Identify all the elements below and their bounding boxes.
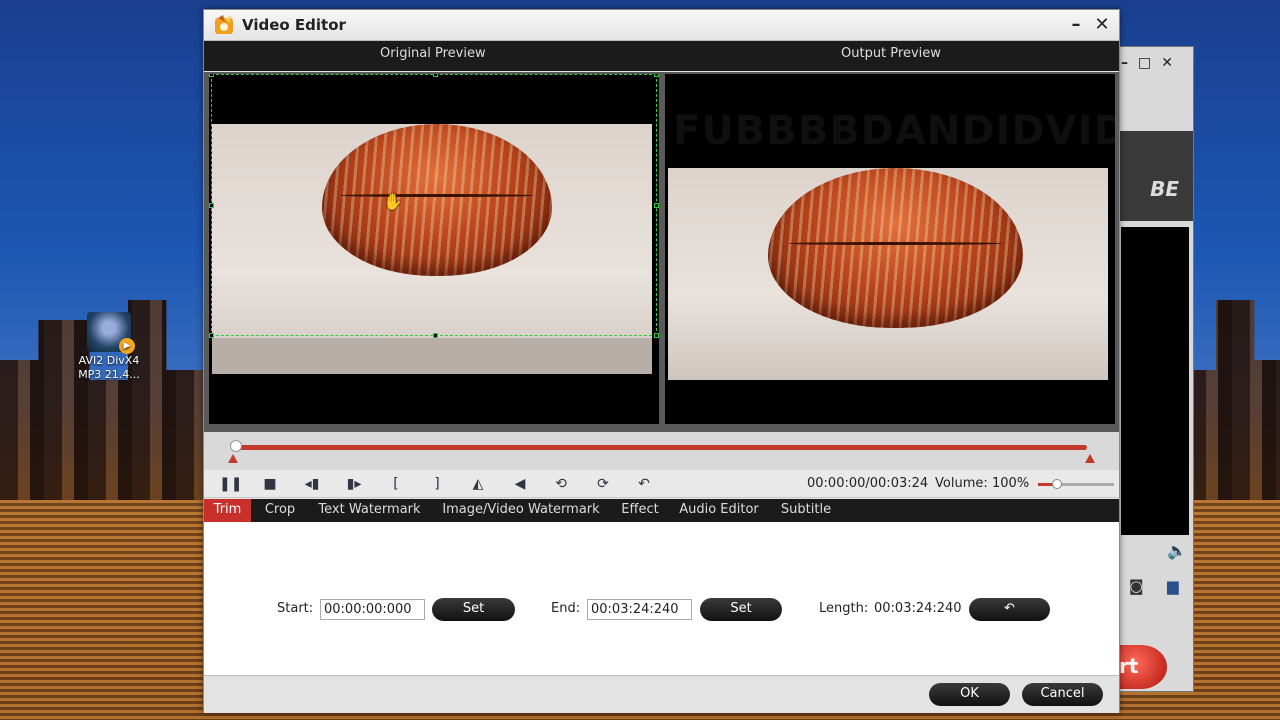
pause-icon[interactable]: ❚❚: [219, 474, 242, 494]
end-time-input[interactable]: [587, 599, 692, 620]
hand-cursor-icon: ✋: [383, 192, 403, 211]
timeline[interactable]: [204, 432, 1119, 470]
output-video-frame: [668, 168, 1108, 380]
output-preview-pane: FUBBBBDANDIDVIDEO O: [665, 74, 1115, 424]
start-time-input[interactable]: [320, 599, 425, 620]
title-bar[interactable]: Video Editor – ✕: [204, 10, 1119, 41]
trim-panel: Start: Set End: Set Length: 00:03:24:240…: [204, 522, 1119, 676]
original-preview-pane[interactable]: ✋: [209, 74, 659, 424]
undo-icon: ↶: [1004, 601, 1015, 616]
video-file-icon: ▶: [87, 312, 135, 354]
rotate-left-icon[interactable]: ⟲: [550, 474, 572, 494]
ok-button[interactable]: OK: [929, 683, 1010, 706]
playback-toolbar: ❚❚ ■ ◂▮ ▮▸ [ ] ◭ ◀ ⟲ ⟳ ↶ 00:00:00/00:03:…: [204, 470, 1119, 498]
background-app-preview: [1121, 227, 1189, 535]
reset-icon[interactable]: ↶: [633, 474, 655, 494]
minimize-button[interactable]: –: [1064, 13, 1088, 37]
tab-image-video-watermark[interactable]: Image/Video Watermark: [437, 499, 605, 522]
length-label: Length:: [819, 601, 869, 616]
crop-handle-right[interactable]: [654, 203, 659, 208]
background-app-logo: BE: [1119, 131, 1193, 221]
crop-handle-bottom-right[interactable]: [654, 333, 659, 338]
end-set-button[interactable]: Set: [700, 598, 782, 621]
timeline-track[interactable]: [234, 445, 1087, 450]
video-bottom-band: [212, 338, 652, 374]
tab-subtitle[interactable]: Subtitle: [774, 499, 838, 522]
tab-trim[interactable]: Trim: [204, 499, 251, 522]
reset-trim-button[interactable]: ↶: [969, 598, 1050, 621]
background-window-controls[interactable]: –□✕: [1121, 55, 1183, 71]
crop-handle-top-right[interactable]: [654, 74, 659, 77]
dialog-footer: OK Cancel: [204, 676, 1119, 713]
start-label: Start:: [277, 601, 314, 616]
cancel-button[interactable]: Cancel: [1022, 683, 1103, 706]
next-frame-icon[interactable]: ▮▸: [343, 474, 365, 494]
output-video-content: [768, 168, 1023, 328]
prev-frame-icon[interactable]: ◂▮: [301, 474, 323, 494]
desktop-file-label: AVI2 DivX4 MP3 21.4...: [78, 354, 140, 381]
window-title: Video Editor: [242, 16, 346, 34]
play-badge-icon: ▶: [119, 338, 135, 354]
close-button[interactable]: ✕: [1090, 13, 1114, 37]
volume-slider-knob[interactable]: [1052, 479, 1062, 489]
desktop-file-icon[interactable]: ▶ AVI2 DivX4 MP3 21.4...: [74, 312, 144, 382]
video-editor-window: Video Editor – ✕ Original Preview Output…: [203, 9, 1120, 713]
output-overlay-text: FUBBBBDANDIDVIDEO O: [673, 108, 1115, 154]
crop-handle-left[interactable]: [209, 203, 214, 208]
start-set-button[interactable]: Set: [432, 598, 515, 621]
camera-icon[interactable]: ◙: [1129, 577, 1144, 595]
tab-effect[interactable]: Effect: [615, 499, 665, 522]
tab-text-watermark[interactable]: Text Watermark: [312, 499, 427, 522]
preview-header: Original Preview Output Preview: [204, 41, 1119, 71]
rotate-right-icon[interactable]: ⟳: [592, 474, 614, 494]
timecode-display: 00:00:00/00:03:24: [807, 476, 929, 491]
convert-button[interactable]: rt: [1115, 645, 1167, 689]
length-value: 00:03:24:240: [874, 601, 962, 616]
volume-slider[interactable]: [1038, 479, 1114, 489]
trim-end-marker[interactable]: [1085, 454, 1095, 463]
stop-icon[interactable]: ■: [259, 474, 281, 494]
flip-vertical-icon[interactable]: ◀: [509, 474, 531, 494]
folder-icon[interactable]: ▆: [1167, 577, 1179, 595]
preview-area: ✋ FUBBBBDANDIDVIDEO O: [204, 72, 1119, 432]
crop-handle-top[interactable]: [433, 74, 438, 77]
volume-label: Volume:: [935, 476, 988, 491]
timeline-playhead[interactable]: [230, 440, 242, 452]
speaker-icon[interactable]: 🔈: [1167, 541, 1187, 560]
crop-handle-bottom-left[interactable]: [209, 333, 214, 338]
app-logo-icon: [215, 15, 233, 34]
end-label: End:: [551, 601, 581, 616]
editor-tabs: Trim Crop Text Watermark Image/Video Wat…: [204, 499, 1119, 522]
crop-handle-bottom[interactable]: [433, 333, 438, 338]
tab-audio-editor[interactable]: Audio Editor: [675, 499, 763, 522]
flip-horizontal-icon[interactable]: ◭: [467, 474, 489, 494]
volume-value: 100%: [992, 476, 1030, 491]
mark-in-icon[interactable]: [: [385, 474, 407, 494]
trim-start-marker[interactable]: [228, 454, 238, 463]
background-app-window[interactable]: –□✕ BE 🔈 ◙ ▆ rt: [1115, 46, 1194, 692]
output-preview-label: Output Preview: [841, 46, 941, 61]
mark-out-icon[interactable]: ]: [426, 474, 448, 494]
crop-handle-top-left[interactable]: [209, 74, 214, 77]
original-preview-label: Original Preview: [380, 46, 486, 61]
tab-crop[interactable]: Crop: [256, 499, 304, 522]
crop-selection-box[interactable]: [209, 74, 659, 338]
overlay-text-line: FUBBBBDANDIDVIDEO: [673, 108, 1115, 154]
